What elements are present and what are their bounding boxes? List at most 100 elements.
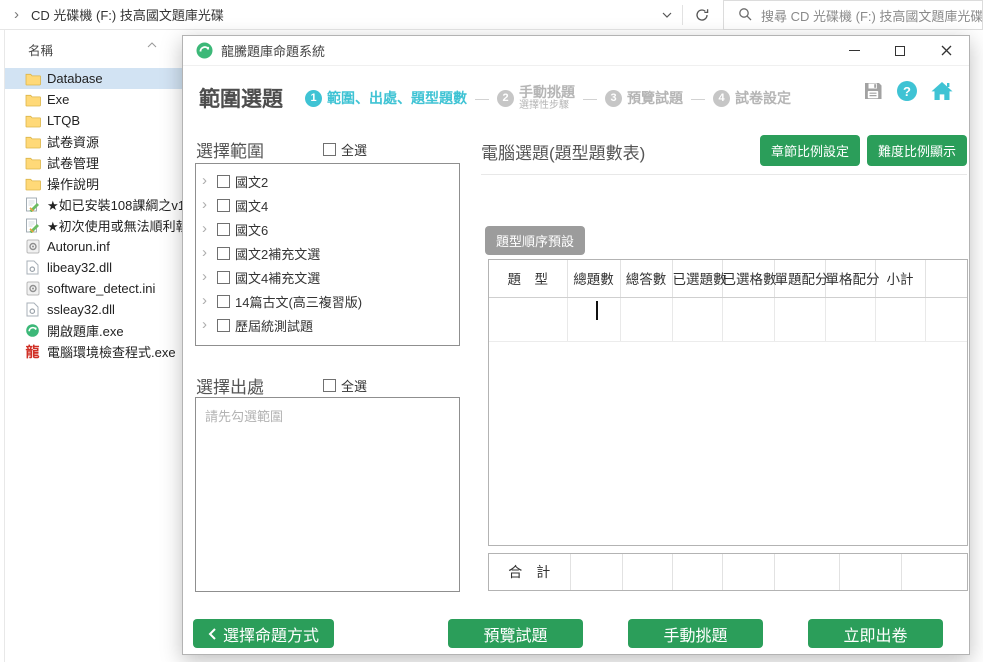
step-2-manual-pick[interactable]: 2 手動挑題 選擇性步驟 — [497, 84, 575, 112]
expand-chevron-icon[interactable]: › — [202, 200, 212, 210]
expand-chevron-icon[interactable]: › — [202, 224, 212, 234]
window-title: 龍騰題庫命題系統 — [221, 41, 325, 60]
step-separator: — — [583, 90, 597, 106]
tree-item-guowen2-supplement: › 國文2補充文選 — [202, 241, 453, 265]
file-label: Autorun.inf — [47, 239, 110, 254]
text-caret — [596, 301, 598, 320]
file-row-env-check-exe[interactable]: 龍 電腦環境檢查程式.exe — [5, 341, 182, 362]
tree-item-guowen6: › 國文6 — [202, 217, 453, 241]
expand-chevron-icon[interactable]: › — [202, 272, 212, 282]
step-4-paper-settings[interactable]: 4 試卷設定 — [713, 88, 791, 108]
maximize-button[interactable] — [877, 36, 923, 66]
file-label: libeay32.dll — [47, 260, 112, 275]
column-header-name[interactable]: 名稱 — [28, 40, 53, 59]
tree-item-label[interactable]: 歷屆統測試題 — [235, 316, 313, 335]
tree-item-checkbox[interactable] — [217, 271, 230, 284]
file-row-ssleay[interactable]: ssleay32.dll — [5, 299, 182, 320]
file-row-exam-resource[interactable]: 試卷資源 — [5, 131, 182, 152]
folder-icon — [24, 113, 41, 129]
tree-item-checkbox[interactable] — [217, 175, 230, 188]
file-row-instructions[interactable]: 操作說明 — [5, 173, 182, 194]
file-label: software_detect.ini — [47, 281, 155, 296]
tree-item-checkbox[interactable] — [217, 223, 230, 236]
tree-item-checkbox[interactable] — [217, 247, 230, 260]
step-3-preview[interactable]: 3 預覽試題 — [605, 88, 683, 108]
step-1-range[interactable]: 1 範圍、出處、題型題數 — [305, 88, 467, 108]
tree-item-14-classics: › 14篇古文(高三複習版) — [202, 289, 453, 313]
ratio-button-group: 章節比例設定 難度比例顯示 — [481, 135, 967, 166]
breadcrumb[interactable]: CD 光碟機 (F:) 技高國文題庫光碟 — [31, 5, 224, 24]
chevron-down-icon[interactable] — [652, 0, 682, 30]
total-cell — [570, 554, 622, 590]
type-order-preset-button[interactable]: 題型順序預設 — [485, 226, 585, 255]
home-icon[interactable] — [931, 81, 953, 101]
refresh-icon[interactable] — [683, 0, 721, 30]
file-label: 開啟題庫.exe — [47, 321, 124, 340]
file-row-autorun[interactable]: Autorun.inf — [5, 236, 182, 257]
app-window: 龍騰題庫命題系統 範圍選題 1 範圍、出處、題型題數 — 2 — [182, 35, 970, 655]
source-select-all-checkbox[interactable] — [323, 379, 336, 392]
close-button[interactable] — [923, 36, 969, 66]
manual-pick-button[interactable]: 手動挑題 — [628, 619, 763, 648]
cell-question-type[interactable] — [489, 297, 567, 341]
step-1-label: 範圍、出處、題型題數 — [327, 88, 467, 108]
tree-item-checkbox[interactable] — [217, 199, 230, 212]
tree-item-label[interactable]: 14篇古文(高三複習版) — [235, 292, 362, 311]
cell-total-answers[interactable] — [620, 297, 672, 341]
difficulty-ratio-button[interactable]: 難度比例顯示 — [867, 135, 967, 166]
expand-chevron-icon[interactable]: › — [202, 176, 212, 186]
save-icon[interactable] — [863, 81, 883, 101]
cell-selected-questions[interactable] — [672, 297, 722, 341]
help-icon[interactable]: ? — [897, 81, 917, 101]
tree-item-label[interactable]: 國文2補充文選 — [235, 244, 320, 263]
tree-item-label[interactable]: 國文2 — [235, 172, 268, 191]
cell-points-per-question[interactable] — [774, 297, 825, 341]
tree-item-label[interactable]: 國文4 — [235, 196, 268, 215]
file-label: ★初次使用或無法順利執行 — [47, 216, 182, 235]
preview-questions-button[interactable]: 預覽試題 — [448, 619, 583, 648]
panel-divider — [481, 174, 967, 175]
tree-item-checkbox[interactable] — [217, 295, 230, 308]
total-cell — [901, 554, 969, 590]
tree-item-label[interactable]: 國文4補充文選 — [235, 268, 320, 287]
generate-paper-button[interactable]: 立即出卷 — [808, 619, 943, 648]
col-points-per-question: 單題配分 — [774, 260, 825, 297]
expand-chevron-icon[interactable]: › — [202, 296, 212, 306]
document-icon — [24, 218, 41, 234]
range-tree: › 國文2 › 國文4 › 國文6 › 國文2補充文選 › — [195, 163, 460, 346]
file-row-database[interactable]: Database — [5, 68, 182, 89]
file-row-exam-manage[interactable]: 試卷管理 — [5, 152, 182, 173]
breadcrumb-arrow-icon[interactable]: › — [14, 6, 19, 23]
file-row-readme-108[interactable]: ★如已安裝108課綱之v1.( — [5, 194, 182, 215]
file-row-open-bank-exe[interactable]: 開啟題庫.exe — [5, 320, 182, 341]
minimize-button[interactable] — [831, 36, 877, 66]
total-cell — [622, 554, 672, 590]
search-input[interactable]: 搜尋 CD 光碟機 (F:) 技高國文題庫光碟 — [723, 0, 983, 30]
expand-chevron-icon[interactable]: › — [202, 320, 212, 330]
source-select-all: 全選 — [323, 376, 367, 395]
cell-total-questions[interactable] — [567, 297, 620, 341]
source-list-box[interactable]: 請先勾選範圍 — [195, 397, 460, 592]
expand-chevron-icon[interactable]: › — [202, 248, 212, 258]
file-list: Database Exe LTQB 試卷資源 試卷管理 操作說明 — [5, 68, 182, 362]
col-total-questions: 總題數 — [567, 260, 620, 297]
dll-file-icon — [24, 260, 41, 276]
file-row-software-detect[interactable]: software_detect.ini — [5, 278, 182, 299]
step-2-number: 2 — [497, 90, 514, 107]
cell-selected-blanks[interactable] — [722, 297, 774, 341]
cell-extra[interactable] — [925, 297, 968, 341]
back-to-mode-button[interactable]: 選擇命題方式 — [193, 619, 334, 648]
cell-points-per-blank[interactable] — [825, 297, 875, 341]
range-select-all-checkbox[interactable] — [323, 143, 336, 156]
file-row-libeay[interactable]: libeay32.dll — [5, 257, 182, 278]
cell-subtotal[interactable] — [875, 297, 925, 341]
tree-item-checkbox[interactable] — [217, 319, 230, 332]
file-row-exe-folder[interactable]: Exe — [5, 89, 182, 110]
file-row-ltqb[interactable]: LTQB — [5, 110, 182, 131]
chapter-ratio-button[interactable]: 章節比例設定 — [760, 135, 860, 166]
sort-ascending-icon[interactable] — [147, 36, 157, 51]
folder-icon — [24, 71, 41, 87]
back-button-label: 選擇命題方式 — [223, 622, 319, 646]
file-row-readme-firstuse[interactable]: ★初次使用或無法順利執行 — [5, 215, 182, 236]
tree-item-label[interactable]: 國文6 — [235, 220, 268, 239]
